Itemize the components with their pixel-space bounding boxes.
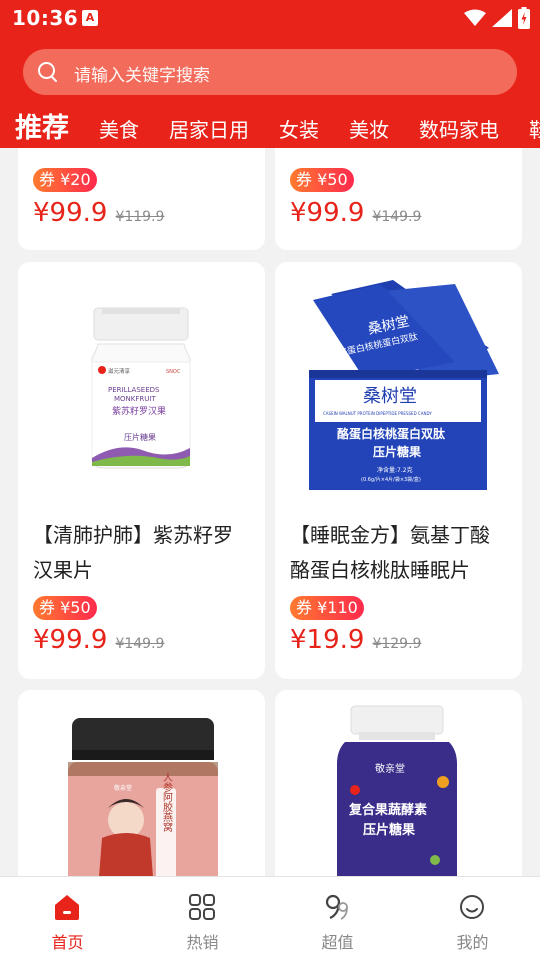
product-image-sangshutang-box: 桑树堂 酪蛋白核桃蛋白双肽 桑树堂 CASEIN WALNUT PROTEIN … — [309, 280, 499, 490]
smile-icon — [460, 895, 484, 919]
svg-text:CASEIN WALNUT PROTEIN DIPEPTID: CASEIN WALNUT PROTEIN DIPEPTIDE PRESSED … — [323, 411, 432, 416]
tab-hot-label: 热销 — [186, 933, 219, 952]
original-price: ¥129.9 — [372, 636, 422, 652]
bottle-line2: 压片糖果 — [363, 822, 415, 838]
tab-home-label: 首页 — [51, 933, 84, 952]
wifi-icon — [464, 9, 486, 26]
box-line2: 压片糖果 — [373, 444, 421, 459]
label-cn: 紫苏籽罗汉果 — [112, 405, 166, 417]
box-net: 净含量:7.2克 — [377, 466, 413, 474]
product-card[interactable]: 人参阿胶燕窝 敬亲堂 — [18, 690, 265, 876]
coupon-badge: 券 ¥50 — [290, 168, 354, 192]
product-card[interactable]: 滋元清享 SNOC PERILLASEEDS MONKFRUIT 紫苏籽罗汉果 … — [18, 262, 265, 679]
bottom-tab-bar: 首页 热销 超值 我的 — [0, 876, 540, 960]
product-feed[interactable]: 券 ¥20 ¥99.9 ¥119.9 券 ¥50 ¥99.9 ¥149.9 滋元… — [0, 148, 540, 876]
box-brand: 桑树堂 — [363, 386, 417, 407]
bottle-line1: 复合果蔬酵素 — [348, 802, 427, 818]
tab-home-daily[interactable]: 居家日用 — [169, 114, 249, 143]
original-price: ¥149.9 — [372, 209, 422, 225]
tab-me-label: 我的 — [456, 933, 489, 952]
tab-me[interactable]: 我的 — [405, 877, 540, 960]
product-card[interactable]: 券 ¥20 ¥99.9 ¥119.9 — [18, 148, 265, 250]
original-price: ¥119.9 — [115, 209, 165, 225]
label-en-1: PERILLASEEDS — [108, 386, 160, 394]
label-brand: 滋元清享 — [108, 367, 131, 375]
price-row: ¥99.9 ¥149.9 — [290, 198, 421, 228]
price-row: ¥19.9 ¥129.9 — [290, 625, 421, 655]
price-row: ¥99.9 ¥149.9 — [33, 625, 164, 655]
system-icons — [464, 7, 530, 29]
home-icon — [55, 895, 79, 920]
price: ¥99.9 — [33, 625, 108, 655]
signal-icon — [492, 9, 512, 27]
label-sub: 压片糖果 — [124, 432, 156, 442]
price: ¥99.9 — [290, 198, 365, 228]
price-row: ¥99.9 ¥119.9 — [33, 198, 164, 228]
battery-icon — [518, 7, 530, 29]
header: 请输入关键字搜索 推荐 美食 居家日用 女装 美妆 数码家电 鞋 — [0, 38, 540, 148]
tab-food[interactable]: 美食 — [99, 114, 139, 143]
search-icon — [38, 62, 57, 82]
nine-nine-icon — [325, 894, 348, 920]
product-card[interactable]: 桑树堂 酪蛋白核桃蛋白双肽 桑树堂 CASEIN WALNUT PROTEIN … — [275, 262, 522, 679]
original-price: ¥149.9 — [115, 636, 165, 652]
tab-womens-clothing[interactable]: 女装 — [279, 114, 319, 143]
tab-home[interactable]: 首页 — [0, 877, 135, 960]
product-title: 【睡眠金方】氨基丁酸酪蛋白核桃肽睡眠片 — [290, 523, 490, 582]
coupon-badge: 券 ¥110 — [290, 596, 364, 620]
app-notification-icon: A — [82, 10, 98, 26]
tab-beauty[interactable]: 美妆 — [349, 114, 389, 143]
label-en-2: MONKFRUIT — [114, 395, 156, 403]
coupon-badge: 券 ¥50 — [33, 596, 97, 620]
jar-brand: 敬亲堂 — [114, 784, 132, 792]
tab-recommend[interactable]: 推荐 — [15, 106, 69, 145]
status-bar: 10:36 A — [0, 0, 540, 38]
tab-value[interactable]: 超值 — [270, 877, 405, 960]
coupon-badge: 券 ¥20 — [33, 168, 97, 192]
box-spec: (0.6g/片×4片/袋×3袋/盒) — [361, 476, 421, 483]
product-image-enzyme-bottle: 敬亲堂 复合果蔬酵素 压片糖果 — [337, 705, 457, 876]
price: ¥19.9 — [290, 625, 365, 655]
box-line1: 酪蛋白核桃蛋白双肽 — [337, 426, 446, 441]
grid-icon — [189, 894, 215, 920]
product-image-ginseng-jar: 人参阿胶燕窝 敬亲堂 — [68, 718, 218, 876]
product-card[interactable]: 敬亲堂 复合果蔬酵素 压片糖果 — [275, 690, 522, 876]
product-card[interactable]: 券 ¥50 ¥99.9 ¥149.9 — [275, 148, 522, 250]
bottle-brand: 敬亲堂 — [375, 762, 405, 775]
status-time: 10:36 — [12, 6, 79, 30]
tab-digital-appliances[interactable]: 数码家电 — [419, 114, 499, 143]
tab-value-label: 超值 — [321, 933, 354, 952]
jar-label: 人参阿胶燕窝 — [161, 772, 173, 833]
price: ¥99.9 — [33, 198, 108, 228]
tab-hot[interactable]: 热销 — [135, 877, 270, 960]
tab-shoes[interactable]: 鞋 — [529, 114, 540, 143]
product-image-perilla-bottle: 滋元清享 SNOC PERILLASEEDS MONKFRUIT 紫苏籽罗汉果 … — [91, 307, 191, 469]
search-input[interactable]: 请输入关键字搜索 — [74, 61, 210, 86]
search-bar[interactable]: 请输入关键字搜索 — [23, 49, 517, 95]
svg-text:SNOC: SNOC — [166, 369, 181, 375]
product-title: 【清肺护肺】紫苏籽罗汉果片 — [33, 523, 233, 582]
